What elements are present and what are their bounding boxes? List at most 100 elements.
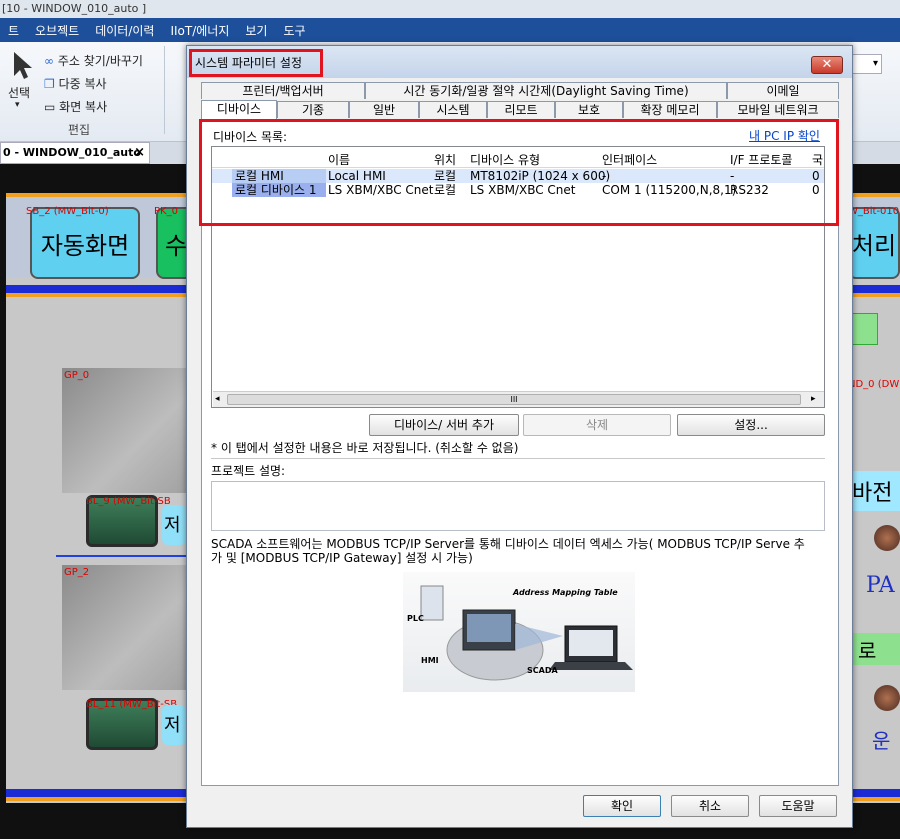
address-mapping-diagram: Address Mapping Table PLC HMI SCADA xyxy=(403,572,635,692)
scada-note-line2: 가 및 [MODBUS TCP/IP Gateway] 설정 시 가능) xyxy=(211,551,473,565)
section-divider xyxy=(211,458,825,459)
menu-bar: 트 오브젝트 데이터/이력 IIoT/에너지 보기 도구 xyxy=(0,18,900,42)
right-mid-button[interactable]: 바전 xyxy=(848,471,900,511)
row-protocol: RS232 xyxy=(730,183,769,197)
find-replace-button[interactable]: ∞ 주소 찾기/바꾸기 xyxy=(44,52,143,69)
menu-item-tools[interactable]: 도구 xyxy=(275,22,313,39)
ribbon-group-edit: 편집 xyxy=(68,123,91,137)
tab-protection[interactable]: 보호 xyxy=(555,101,623,118)
row-location: 로컬 xyxy=(434,183,457,197)
select-tool[interactable] xyxy=(10,50,34,83)
select-label: 선택 xyxy=(8,86,31,100)
col-interface[interactable]: 인터페이스 xyxy=(602,151,657,168)
project-description-label: 프로젝트 설명: xyxy=(211,464,286,478)
menu-item-view[interactable]: 보기 xyxy=(237,22,275,39)
scroll-right-icon[interactable]: ▸ xyxy=(811,394,816,404)
un-label: 운 xyxy=(872,729,891,753)
ribbon-divider xyxy=(164,46,165,134)
row-name: LS XBM/XBC Cnet xyxy=(328,183,434,197)
horizontal-scrollbar[interactable]: ◂ III ▸ xyxy=(213,391,824,407)
auto-screen-button[interactable]: 자동화면 xyxy=(30,207,140,279)
document-tab-label: 0 - WINDOW_010_auto xyxy=(3,146,141,159)
col-name[interactable]: 이름 xyxy=(328,151,350,168)
dialog-close-button[interactable]: ✕ xyxy=(811,56,843,74)
row-interface: COM 1 (115200,N,8,1) xyxy=(602,183,737,197)
device-list[interactable]: 이름 위치 디바이스 유형 인터페이스 I/F 프로토콜 국 로컬 HMI Lo… xyxy=(211,146,825,408)
table-row[interactable]: 로컬 HMI Local HMI 로컬 MT8102iP (1024 x 600… xyxy=(212,169,824,183)
menu-item-edit[interactable]: 트 xyxy=(0,22,27,39)
row-station: 0 xyxy=(812,169,820,183)
delete-button[interactable]: 삭제 xyxy=(523,414,671,436)
row-station: 0 xyxy=(812,183,820,197)
pa-label: PA xyxy=(866,573,895,598)
graphic-gp0[interactable] xyxy=(62,368,192,493)
col-location[interactable]: 위치 xyxy=(434,151,456,168)
row-group: 로컬 HMI xyxy=(232,169,326,183)
scroll-left-icon[interactable]: ◂ xyxy=(215,394,220,404)
tab-model[interactable]: 기종 xyxy=(277,101,349,118)
tab-time-sync[interactable]: 시간 동기화/일광 절약 시간제(Daylight Saving Time) xyxy=(365,82,727,99)
small-button-2[interactable]: 저 xyxy=(162,705,186,745)
tab-general[interactable]: 일반 xyxy=(349,101,419,118)
chevron-down-icon[interactable]: ▾ xyxy=(15,100,20,110)
find-icon: ∞ xyxy=(44,54,58,68)
menu-item-object[interactable]: 오브젝트 xyxy=(27,22,87,39)
scroll-thumb[interactable]: III xyxy=(227,394,801,405)
pk0-label: PK_0 xyxy=(154,206,178,217)
project-description-input[interactable] xyxy=(211,481,825,531)
bl9-label: BL_9 (MW_Bit-SB xyxy=(86,496,171,507)
header-divider xyxy=(212,167,824,168)
menu-item-data-history[interactable]: 데이터/이력 xyxy=(87,22,162,39)
row-interface: - xyxy=(602,169,607,183)
device-list-label: 디바이스 목록: xyxy=(213,130,288,144)
chevron-down-icon: ▾ xyxy=(872,58,878,69)
right-green-button[interactable]: 로 xyxy=(848,633,900,665)
document-tab[interactable]: 0 - WINDOW_010_auto × xyxy=(0,142,150,164)
diagram-title: Address Mapping Table xyxy=(513,588,618,597)
small-button-1[interactable]: 저 xyxy=(162,505,186,545)
close-icon[interactable]: × xyxy=(134,143,145,163)
right-knob-2[interactable] xyxy=(874,685,900,711)
tab-printer-backup[interactable]: 프린터/백업서버 xyxy=(201,82,365,99)
tab-system[interactable]: 시스템 xyxy=(419,101,487,118)
ribbon-dropdown[interactable]: ▾ xyxy=(852,54,882,74)
system-parameter-dialog: 시스템 파라미터 설정 ✕ 프린터/백업서버 시간 동기화/일광 절약 시간제(… xyxy=(186,45,853,828)
table-row[interactable]: 로컬 디바이스 1 LS XBM/XBC Cnet 로컬 LS XBM/XBC … xyxy=(212,183,824,197)
col-station[interactable]: 국 xyxy=(812,151,823,168)
tab-device[interactable]: 디바이스 xyxy=(201,100,277,119)
tab-extended-memory[interactable]: 확장 메모리 xyxy=(623,101,717,118)
row-group: 로컬 디바이스 1 xyxy=(232,183,326,197)
multi-copy-button[interactable]: ❐ 다중 복사 xyxy=(44,75,107,92)
help-button[interactable]: 도움말 xyxy=(759,795,837,817)
title-highlight-box xyxy=(189,49,323,77)
app-title: [10 - WINDOW_010_auto ] xyxy=(2,2,147,15)
col-device-type[interactable]: 디바이스 유형 xyxy=(470,151,540,168)
tab-remote[interactable]: 리모트 xyxy=(487,101,555,118)
my-pc-ip-link[interactable]: 내 PC IP 확인 xyxy=(749,127,820,144)
process-screen-button[interactable]: 처리 xyxy=(848,207,900,279)
right-knob-1[interactable] xyxy=(874,525,900,551)
cancel-button[interactable]: 취소 xyxy=(671,795,749,817)
graphic-gp2[interactable] xyxy=(62,565,192,690)
ok-button[interactable]: 확인 xyxy=(583,795,661,817)
dialog-title-bar[interactable]: 시스템 파라미터 설정 ✕ xyxy=(187,46,852,78)
add-device-server-button[interactable]: 디바이스/ 서버 추가 xyxy=(369,414,519,436)
diagram-hmi: HMI xyxy=(421,656,439,665)
copy-icon: ❐ xyxy=(44,77,59,91)
diagram-scada: SCADA xyxy=(527,666,558,675)
app-title-bar: [10 - WINDOW_010_auto ] xyxy=(0,0,900,18)
tab-email[interactable]: 이메일 xyxy=(727,82,839,99)
gp0-label: GP_0 xyxy=(64,370,90,381)
selection-line xyxy=(56,555,196,557)
col-if-protocol[interactable]: I/F 프로토콜 xyxy=(730,151,792,168)
gp2-label: GP_2 xyxy=(64,567,90,578)
settings-button[interactable]: 설정... xyxy=(677,414,825,436)
menu-item-iiot-energy[interactable]: IIoT/에너지 xyxy=(162,22,237,39)
right-top-label: W_Bit-010 xyxy=(848,206,900,217)
cursor-arrow-icon xyxy=(14,52,32,79)
screen-copy-button[interactable]: ▭ 화면 복사 xyxy=(44,98,107,115)
tab-mobile-network[interactable]: 모바일 네트워크 xyxy=(717,101,839,118)
screen-icon: ▭ xyxy=(44,100,60,114)
sb2-label: SB_2 (MW_Bit-0) xyxy=(26,206,109,217)
row-location: 로컬 xyxy=(434,169,457,183)
